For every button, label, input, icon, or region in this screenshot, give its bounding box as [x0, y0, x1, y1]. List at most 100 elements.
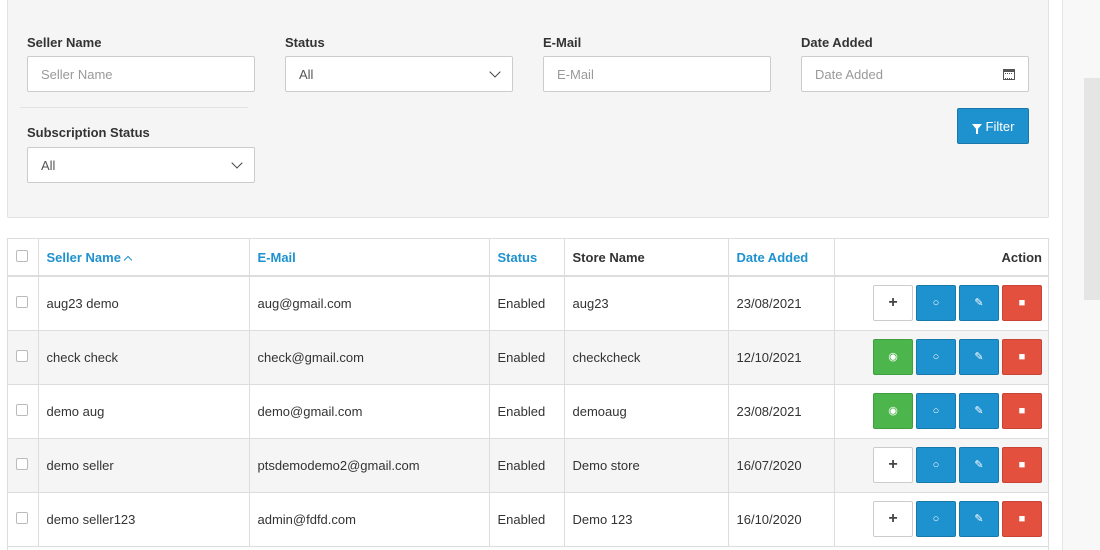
subscription-status-label: Subscription Status [27, 125, 150, 140]
edit-button[interactable]: ✎ [959, 339, 999, 375]
view-button[interactable]: ◉ [873, 393, 913, 429]
filter-panel [7, 0, 1049, 218]
delete-button[interactable]: ■ [1002, 393, 1042, 429]
cell-email: check@gmail.com [249, 330, 490, 385]
table-header-row: Seller Name E-Mail Status Store Name Dat… [8, 239, 1048, 277]
select-all-checkbox[interactable] [16, 249, 28, 262]
cell-status: Enabled [489, 276, 565, 331]
column-status[interactable]: Status [489, 239, 565, 277]
add-button[interactable]: + [873, 501, 913, 537]
row-checkbox[interactable] [16, 403, 28, 416]
cell-email: admin@fdfd.com [249, 492, 490, 547]
chevron-down-icon [231, 157, 243, 169]
date-added-input[interactable]: Date Added [801, 56, 990, 92]
trash-icon: ■ [1018, 512, 1026, 525]
edit-icon: ✎ [974, 404, 984, 417]
add-button[interactable]: + [873, 447, 913, 483]
edit-button[interactable]: ✎ [959, 393, 999, 429]
edit-icon: ✎ [974, 458, 984, 471]
message-button[interactable]: ○ [916, 339, 956, 375]
column-email[interactable]: E-Mail [249, 239, 490, 277]
email-label: E-Mail [543, 35, 582, 50]
page-scrollbar-thumb[interactable] [1084, 78, 1100, 300]
cell-status: Enabled [489, 330, 565, 385]
table-row: aug23 demo aug@gmail.com Enabled aug23 23/08… [8, 276, 1048, 331]
cell-actions: + ○ ✎ ■ [834, 438, 1048, 493]
message-button[interactable]: ○ [916, 501, 956, 537]
seller-name-input[interactable]: Seller Name [27, 56, 255, 92]
row-actions: + ○ ✎ ■ [843, 447, 1042, 483]
edit-button[interactable]: ✎ [959, 447, 999, 483]
cell-store-name: aug23 [564, 276, 729, 331]
trash-icon: ■ [1018, 296, 1026, 309]
row-select-cell [8, 438, 39, 493]
filter-button[interactable]: Filter [957, 108, 1029, 144]
cell-actions: + ○ ✎ ■ [834, 492, 1048, 547]
subscription-status-select[interactable]: All [27, 147, 255, 183]
cell-status: Enabled [489, 384, 565, 439]
edit-icon: ✎ [974, 296, 984, 309]
sellers-table: Seller Name E-Mail Status Store Name Dat… [8, 239, 1048, 547]
edit-icon: ✎ [974, 350, 984, 363]
view-button[interactable]: ◉ [873, 339, 913, 375]
status-select[interactable]: All [285, 56, 513, 92]
cell-seller-name: check check [38, 330, 250, 385]
row-select-cell [8, 276, 39, 331]
trash-icon: ■ [1018, 458, 1026, 471]
status-label: Status [285, 35, 325, 50]
row-select-cell [8, 330, 39, 385]
calendar-button[interactable] [989, 56, 1029, 92]
delete-button[interactable]: ■ [1002, 501, 1042, 537]
subscription-status-value: All [41, 157, 56, 173]
comments-icon: ○ [932, 350, 940, 363]
delete-button[interactable]: ■ [1002, 339, 1042, 375]
eye-icon: ◉ [888, 350, 898, 363]
email-input[interactable]: E-Mail [543, 56, 771, 92]
cell-date-added: 23/08/2021 [728, 384, 835, 439]
cell-seller-name: aug23 demo [38, 276, 250, 331]
eye-icon: ◉ [888, 404, 898, 417]
cell-date-added: 16/10/2020 [728, 492, 835, 547]
column-seller-name[interactable]: Seller Name [38, 239, 250, 277]
message-button[interactable]: ○ [916, 393, 956, 429]
plus-icon: + [888, 510, 898, 527]
cell-store-name: checkcheck [564, 330, 729, 385]
sort-asc-icon [123, 255, 133, 264]
filter-icon [971, 124, 982, 134]
row-select-cell [8, 492, 39, 547]
column-store-name: Store Name [564, 239, 729, 277]
cell-email: demo@gmail.com [249, 384, 490, 439]
row-actions: ◉ ○ ✎ ■ [843, 393, 1042, 429]
delete-button[interactable]: ■ [1002, 447, 1042, 483]
row-checkbox[interactable] [16, 457, 28, 470]
sellers-table-wrap: Seller Name E-Mail Status Store Name Dat… [7, 238, 1049, 550]
row-actions: + ○ ✎ ■ [843, 501, 1042, 537]
table-row: demo seller123 admin@fdfd.com Enabled Demo … [8, 492, 1048, 547]
select-all-cell [8, 239, 39, 277]
cell-store-name: Demo store [564, 438, 729, 493]
calendar-icon [1002, 68, 1015, 80]
comments-icon: ○ [932, 404, 940, 417]
trash-icon: ■ [1018, 404, 1026, 417]
row-checkbox[interactable] [16, 295, 28, 308]
row-select-cell [8, 384, 39, 439]
seller-name-label: Seller Name [27, 35, 102, 50]
plus-icon: + [888, 456, 898, 473]
seller-list-page: Seller Name Seller Name Status All E-Mai… [0, 0, 1100, 550]
message-button[interactable]: ○ [916, 285, 956, 322]
message-button[interactable]: ○ [916, 447, 956, 483]
column-date-added[interactable]: Date Added [728, 239, 835, 277]
row-actions: + ○ ✎ ■ [843, 285, 1042, 322]
add-button[interactable]: + [873, 285, 913, 322]
cell-email: ptsdemodemo2@gmail.com [249, 438, 490, 493]
table-row: check check check@gmail.com Enabled checkch… [8, 330, 1048, 385]
edit-button[interactable]: ✎ [959, 285, 999, 322]
row-checkbox[interactable] [16, 511, 28, 524]
table-row: demo seller ptsdemodemo2@gmail.com Enabled… [8, 438, 1048, 493]
trash-icon: ■ [1018, 350, 1026, 363]
row-actions: ◉ ○ ✎ ■ [843, 339, 1042, 375]
row-checkbox[interactable] [16, 349, 28, 362]
edit-button[interactable]: ✎ [959, 501, 999, 537]
cell-actions: + ○ ✎ ■ [834, 276, 1048, 331]
delete-button[interactable]: ■ [1002, 285, 1042, 322]
